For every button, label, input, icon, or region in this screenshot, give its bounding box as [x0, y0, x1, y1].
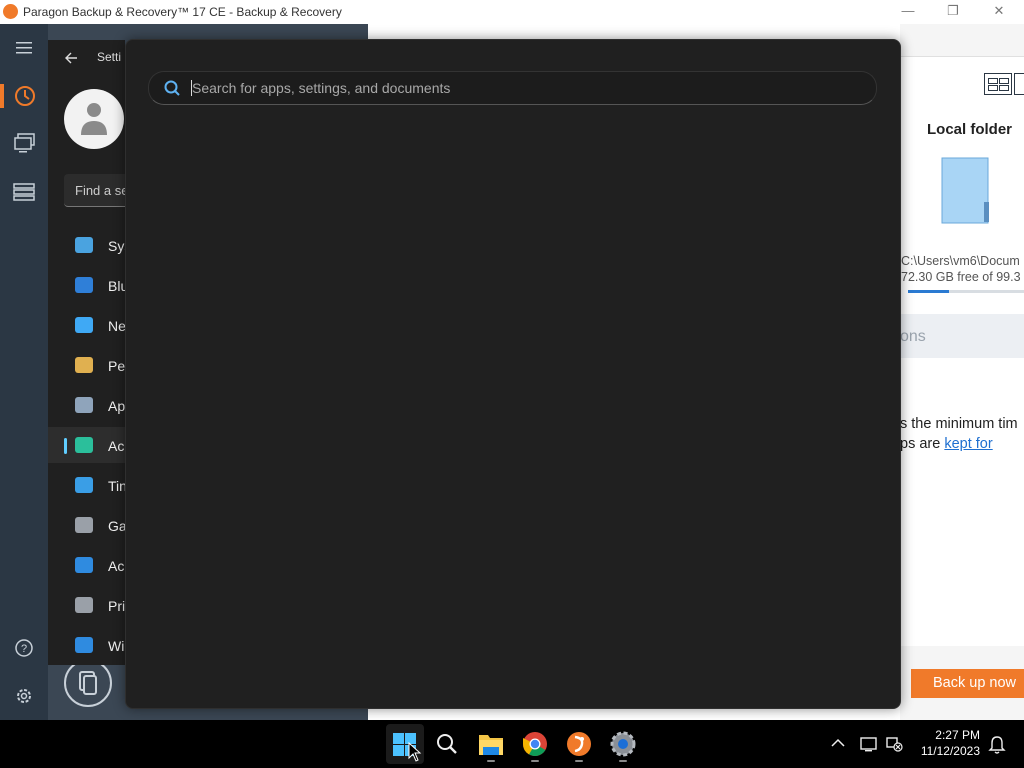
chrome-icon[interactable]: [519, 728, 551, 760]
gaming-icon: [75, 517, 93, 533]
settings-icon[interactable]: [607, 728, 639, 760]
settings-nav-item[interactable]: Sys: [48, 227, 131, 263]
find-setting-input[interactable]: Find a se: [64, 174, 129, 207]
usage-bar-fill: [908, 290, 949, 293]
settings-nav-item[interactable]: Ap: [48, 387, 125, 423]
settings-nav-label: Wi: [108, 638, 125, 654]
settings-nav-label: Pri: [108, 598, 126, 614]
retention-section: [900, 358, 1024, 646]
grid-view-icon[interactable]: [984, 73, 1012, 95]
accounts-icon: [75, 437, 93, 453]
system-icon: [75, 237, 93, 253]
settings-nav-item[interactable]: Per: [48, 347, 130, 383]
search-placeholder: Search for apps, settings, and documents: [192, 80, 451, 96]
active-indicator: [0, 84, 4, 108]
back-arrow-icon[interactable]: [64, 51, 78, 65]
retention-text-line2: ps are kept for: [900, 436, 993, 452]
settings-nav-item[interactable]: Ne: [48, 307, 126, 343]
notification-bell-icon[interactable]: [988, 735, 1006, 755]
accessibility-icon: [75, 557, 93, 573]
personalization-icon: [75, 357, 93, 373]
settings-nav-item[interactable]: Ac: [48, 427, 125, 463]
search-icon: [164, 80, 180, 96]
window-title: Paragon Backup & Recovery™ 17 CE - Backu…: [23, 5, 342, 19]
paragon-logo-icon: [64, 659, 112, 707]
apps-icon: [75, 397, 93, 413]
list-view-icon[interactable]: [1014, 73, 1024, 95]
paragon-sidebar: ?: [0, 24, 48, 720]
paragon-icon[interactable]: [563, 728, 595, 760]
clock-date[interactable]: 11/12/2023: [910, 744, 980, 758]
local-folder-icon[interactable]: [940, 157, 992, 225]
svg-text:?: ?: [21, 643, 27, 655]
paragon-app-icon: [3, 4, 18, 19]
settings-nav-label: Ga: [108, 518, 127, 534]
free-space-text: 72.30 GB free of 99.3: [901, 270, 1021, 284]
retention-text-line1: s the minimum tim: [900, 416, 1018, 432]
user-silhouette-icon: [81, 103, 107, 135]
find-setting-placeholder: Find a se: [75, 183, 129, 198]
settings-title: Setti: [97, 50, 122, 64]
settings-nav-item[interactable]: Ga: [48, 507, 127, 543]
avatar: [64, 89, 124, 149]
options-section-label: ons: [900, 328, 926, 345]
settings-nav-item[interactable]: Tin: [48, 467, 127, 503]
settings-window: Setti Find a se Sys Blu Ne Per Ap Ac Tin Ga Ac Pr…: [48, 40, 131, 665]
settings-nav-item[interactable]: Pri: [48, 587, 125, 623]
mouse-cursor-icon: [408, 742, 422, 762]
settings-running-dot: [619, 760, 627, 762]
display-icon[interactable]: [860, 735, 880, 753]
devices-icon[interactable]: [13, 132, 37, 154]
start-search-flyout: [125, 39, 901, 709]
settings-nav-item[interactable]: Wi: [48, 627, 125, 663]
help-icon[interactable]: ?: [14, 638, 34, 658]
windows-update-icon: [75, 637, 93, 653]
network-status-icon[interactable]: [885, 735, 905, 753]
menu-icon[interactable]: [16, 42, 32, 54]
close-button[interactable]: ✕: [976, 0, 1022, 24]
search-box[interactable]: Search for apps, settings, and documents: [148, 71, 877, 105]
usage-bar: [908, 290, 1024, 293]
network-icon: [75, 317, 93, 333]
storage-icon[interactable]: [12, 180, 36, 202]
file-explorer-icon[interactable]: [475, 728, 507, 760]
paragon-running-dot: [575, 760, 583, 762]
destination-path: C:\Users\vm6\Docum: [901, 254, 1020, 268]
settings-nav-label: Ne: [108, 318, 126, 334]
settings-gear-icon[interactable]: [14, 686, 34, 706]
maximize-button[interactable]: ❐: [930, 0, 976, 24]
chrome-running-dot: [531, 760, 539, 762]
backup-icon[interactable]: [13, 84, 37, 108]
show-hidden-icons-chevron-icon[interactable]: [830, 736, 846, 750]
settings-nav-item[interactable]: Blu: [48, 267, 128, 303]
time-language-icon: [75, 477, 93, 493]
settings-nav-label: Ac: [108, 438, 125, 454]
destination-title: Local folder: [927, 121, 1013, 138]
selected-indicator: [64, 438, 67, 454]
minimize-button[interactable]: —: [885, 0, 931, 24]
back-up-now-button[interactable]: Back up now: [911, 669, 1024, 698]
clock-time[interactable]: 2:27 PM: [920, 728, 980, 742]
kept-for-link[interactable]: kept for: [944, 436, 992, 452]
bluetooth-icon: [75, 277, 93, 293]
file-explorer-running-dot: [487, 760, 495, 762]
taskbar-search-icon[interactable]: [431, 728, 463, 760]
settings-nav-item[interactable]: Ac: [48, 547, 125, 583]
settings-nav-label: Ac: [108, 558, 125, 574]
retention-text-prefix: ps are: [900, 436, 945, 452]
settings-nav-label: Ap: [108, 398, 126, 414]
privacy-icon: [75, 597, 93, 613]
